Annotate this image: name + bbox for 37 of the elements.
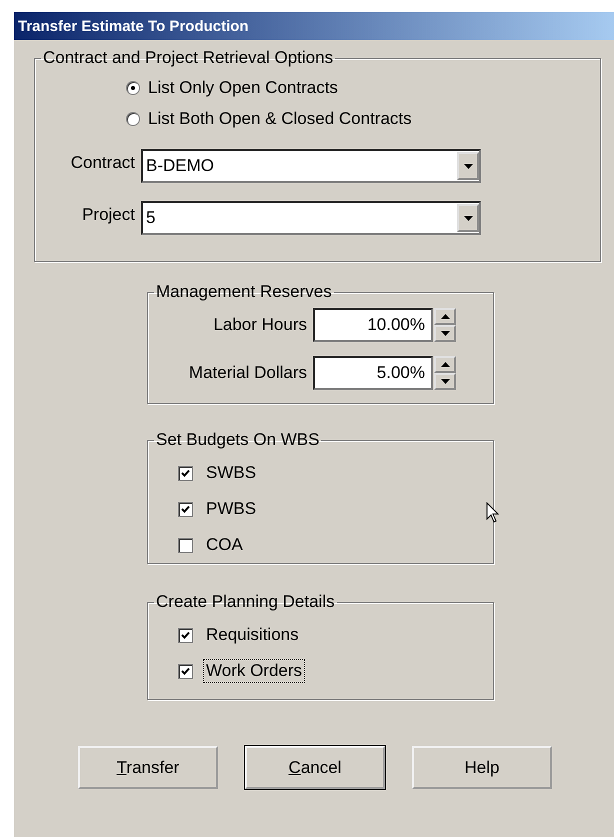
checkbox-label[interactable]: Requisitions <box>203 623 302 647</box>
checkbox[interactable] <box>178 466 193 480</box>
checkbox[interactable] <box>178 664 193 678</box>
group-title: Create Planning Details <box>155 592 336 612</box>
dialog-button[interactable]: Cancel <box>245 746 385 789</box>
number-field[interactable]: 10.00% <box>313 308 433 342</box>
radio-button[interactable] <box>126 112 140 126</box>
group-title: Contract and Project Retrieval Options <box>42 48 334 68</box>
dropdown-field[interactable]: 5 <box>141 201 481 235</box>
field-label: Labor Hours <box>212 315 308 335</box>
checkmark-icon <box>181 504 190 514</box>
spinner-icon[interactable] <box>434 356 456 390</box>
spinner-icon[interactable] <box>434 308 456 342</box>
field-label: Material Dollars <box>188 363 308 383</box>
checkbox-label[interactable]: SWBS <box>203 461 260 485</box>
dialog-button[interactable]: Transfer <box>78 746 218 789</box>
radio-button[interactable] <box>126 81 140 95</box>
group-title: Management Reserves <box>155 282 333 302</box>
checkbox-label[interactable]: PWBS <box>203 497 260 521</box>
dialog-button[interactable]: Help <box>412 746 552 789</box>
group-title: Set Budgets On WBS <box>155 430 320 450</box>
checkbox-label[interactable]: COA <box>203 533 246 557</box>
checkbox-label[interactable]: Work Orders <box>203 659 306 683</box>
field-label: Contract <box>70 153 136 173</box>
checkmark-icon <box>181 630 190 640</box>
window-title: Transfer Estimate To Production <box>18 18 249 34</box>
radio-option[interactable]: List Only Open Contracts <box>126 78 600 98</box>
number-field[interactable]: 5.00% <box>313 356 433 390</box>
dropdown-field[interactable]: B-DEMO <box>141 149 481 183</box>
field-label: Project <box>81 205 136 225</box>
checkbox[interactable] <box>178 538 193 552</box>
radio-option[interactable]: List Both Open & Closed Contracts <box>126 109 600 129</box>
checkmark-icon <box>181 468 190 478</box>
checkbox[interactable] <box>178 628 193 642</box>
cursor-icon <box>486 502 500 524</box>
checkmark-icon <box>181 666 190 676</box>
checkbox[interactable] <box>178 502 193 516</box>
